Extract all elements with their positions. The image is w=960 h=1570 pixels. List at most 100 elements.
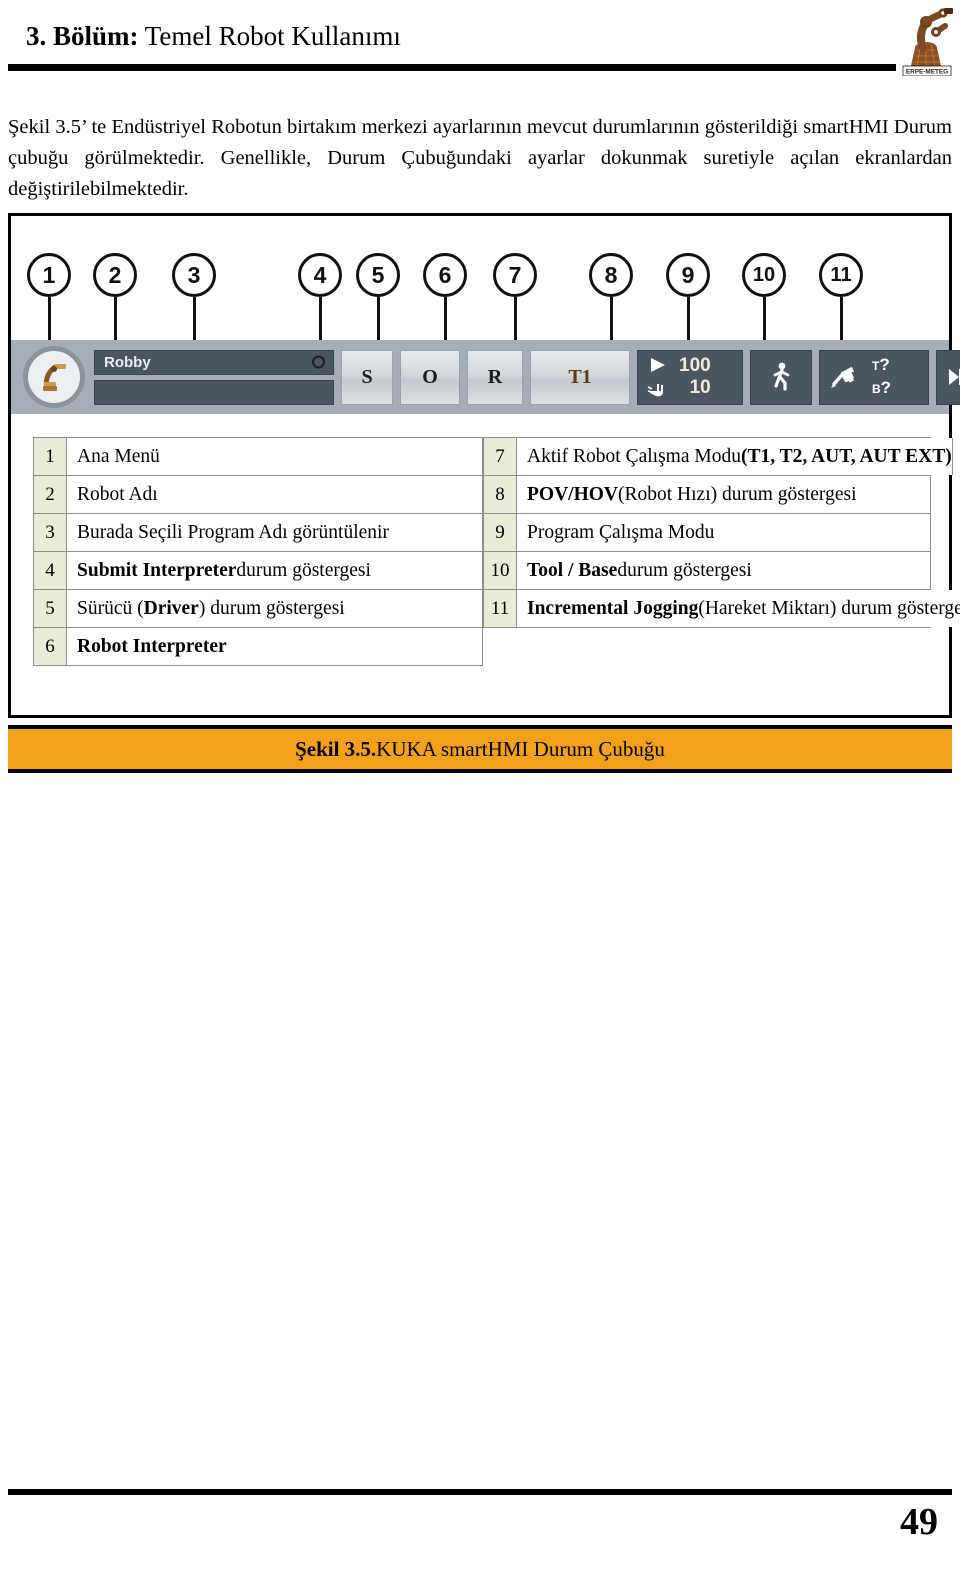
table-row: 7 Aktif Robot Çalışma Modu (T1, T2, AUT,…: [483, 437, 953, 476]
robot-interpreter-button[interactable]: R: [467, 349, 523, 405]
callout-1-leader: [48, 297, 51, 340]
program-name-field[interactable]: [94, 379, 334, 405]
callout-8-leader: [610, 297, 613, 340]
callout-7-bubble: 7: [493, 253, 537, 297]
page-header: 3. Bölüm: Temel Robot Kullanımı ERPE-MET…: [0, 0, 960, 90]
table-row: 5 Sürücü (Driver) durum göstergesi: [33, 589, 483, 628]
incremental-jog-icon: [949, 369, 960, 385]
legend-text: Robot Interpreter: [67, 628, 483, 665]
legend-table: 1 Ana Menü 2 Robot Adı 3 Burada Seçili P…: [33, 437, 960, 666]
legend-text-plain: Burada Seçili Program Adı görüntülenir: [77, 521, 389, 543]
robot-home-icon: [43, 364, 66, 391]
legend-num: 7: [483, 438, 517, 475]
main-menu-button[interactable]: [23, 346, 85, 408]
legend-num: 2: [33, 476, 67, 513]
legend-column-left: 1 Ana Menü 2 Robot Adı 3 Burada Seçili P…: [33, 437, 483, 666]
figure-caption-number: Şekil 3.5.: [295, 736, 377, 761]
callout-2: 2: [93, 253, 139, 340]
legend-text-tail: ) durum göstergesi: [198, 597, 345, 619]
page-title-rest: Temel Robot Kullanımı: [138, 21, 401, 51]
logo-text: ERPE-METEG: [906, 69, 948, 76]
callout-11: 11: [819, 253, 865, 340]
callout-3-bubble: 3: [172, 253, 216, 297]
legend-text: Tool / Base durum göstergesi: [517, 552, 931, 589]
callout-10-leader: [763, 297, 766, 340]
callout-11-leader: [840, 297, 843, 340]
legend-column-right: 7 Aktif Robot Çalışma Modu (T1, T2, AUT,…: [483, 437, 960, 666]
page-title: 3. Bölüm: Temel Robot Kullanımı: [26, 20, 401, 52]
legend-num: 10: [483, 552, 517, 589]
legend-num: 4: [33, 552, 67, 589]
legend-num: 9: [483, 514, 517, 551]
legend-text: Sürücü (Driver) durum göstergesi: [67, 590, 483, 627]
tool-status: T?: [872, 354, 891, 377]
legend-num: 5: [33, 590, 67, 627]
intro-paragraph: Şekil 3.5’ te Endüstriyel Robotun birtak…: [8, 116, 952, 200]
legend-num-empty: [483, 628, 517, 665]
callout-5: 5: [356, 253, 402, 340]
figure-caption: Şekil 3.5. KUKA smartHMI Durum Çubuğu: [8, 725, 952, 773]
page-title-bold: 3. Bölüm:: [26, 21, 139, 51]
robot-name-field[interactable]: Robby: [94, 349, 334, 375]
legend-text-tail: durum göstergesi: [617, 559, 752, 581]
document-page: 3. Bölüm: Temel Robot Kullanımı ERPE-MET…: [0, 0, 960, 1570]
legend-num: 6: [33, 628, 67, 665]
callout-9-bubble: 9: [666, 253, 710, 297]
callout-10-bubble: 10: [742, 253, 786, 297]
driver-label: O: [422, 365, 438, 388]
submit-interpreter-button[interactable]: S: [341, 349, 393, 405]
legend-text-bold: Incremental Jogging: [527, 597, 699, 619]
callout-10: 10: [742, 253, 788, 340]
legend-text-bold: Submit Interpreter: [77, 559, 237, 581]
pov-value: 100: [679, 355, 711, 376]
incremental-jogging-button[interactable]: ∞: [936, 349, 960, 405]
callout-6-leader: [444, 297, 447, 340]
callout-8: 8: [589, 253, 635, 340]
figure-caption-text: KUKA smartHMI Durum Çubuğu: [376, 736, 665, 761]
legend-text-bold: Driver: [143, 597, 199, 619]
callout-9: 9: [666, 253, 712, 340]
legend-text-plain: Sürücü (: [77, 597, 144, 619]
legend-text: Incremental Jogging (Hareket Miktarı) du…: [517, 590, 960, 627]
legend-text: Submit Interpreter durum göstergesi: [67, 552, 483, 589]
legend-text-tail: (Robot Hızı) durum göstergesi: [618, 483, 857, 505]
table-row: 9 Program Çalışma Modu: [483, 513, 931, 552]
callout-2-bubble: 2: [93, 253, 137, 297]
footer-divider: [8, 1489, 952, 1495]
legend-text-plain: Robot Adı: [77, 483, 158, 505]
legend-text: Aktif Robot Çalışma Modu (T1, T2, AUT, A…: [517, 438, 953, 475]
driver-status-button[interactable]: O: [400, 349, 460, 405]
table-row: 8 POV/HOV (Robot Hızı) durum göstergesi: [483, 475, 931, 514]
legend-text-tail: (Hareket Miktarı) durum göstergesi: [698, 597, 960, 619]
legend-text: Ana Menü: [67, 438, 483, 475]
operating-mode-label: T1: [568, 365, 592, 388]
tool-base-button[interactable]: T? B?: [819, 349, 929, 405]
program-run-mode-button[interactable]: [750, 349, 812, 405]
base-status: B?: [872, 377, 891, 400]
legend-text-tail: durum göstergesi: [236, 559, 371, 581]
callout-7-leader: [514, 297, 517, 340]
page-number: 49: [900, 1501, 938, 1543]
legend-text: POV/HOV (Robot Hızı) durum göstergesi: [517, 476, 931, 513]
operating-mode-button[interactable]: T1: [530, 349, 630, 405]
callout-11-bubble: 11: [819, 253, 863, 297]
circle-indicator-icon: [312, 355, 325, 369]
smarthmi-status-bar: Robby S O R T1 100 10 T? B?: [11, 340, 960, 414]
callout-8-bubble: 8: [589, 253, 633, 297]
pov-hov-button[interactable]: 100 10: [637, 349, 743, 405]
legend-text-empty: [517, 628, 931, 665]
legend-text: Robot Adı: [67, 476, 483, 513]
callout-5-bubble: 5: [356, 253, 400, 297]
hand-jog-icon: [647, 384, 663, 397]
figure-smarthmi-status-bar: 1 2 3 4 5 6 7 8 9 10 11 Robby S O R T1 1…: [8, 213, 960, 718]
legend-num: 3: [33, 514, 67, 551]
robot-interpreter-label: R: [487, 365, 503, 388]
base-value: ?: [880, 378, 892, 397]
hov-value: 10: [689, 377, 711, 398]
table-row: 4 Submit Interpreter durum göstergesi: [33, 551, 483, 590]
callout-4-leader: [319, 297, 322, 340]
tool-flange-icon: [831, 366, 855, 388]
callout-1: 1: [27, 253, 73, 340]
legend-text-bold: Tool / Base: [527, 559, 618, 581]
legend-text-plain: Ana Menü: [77, 445, 160, 467]
